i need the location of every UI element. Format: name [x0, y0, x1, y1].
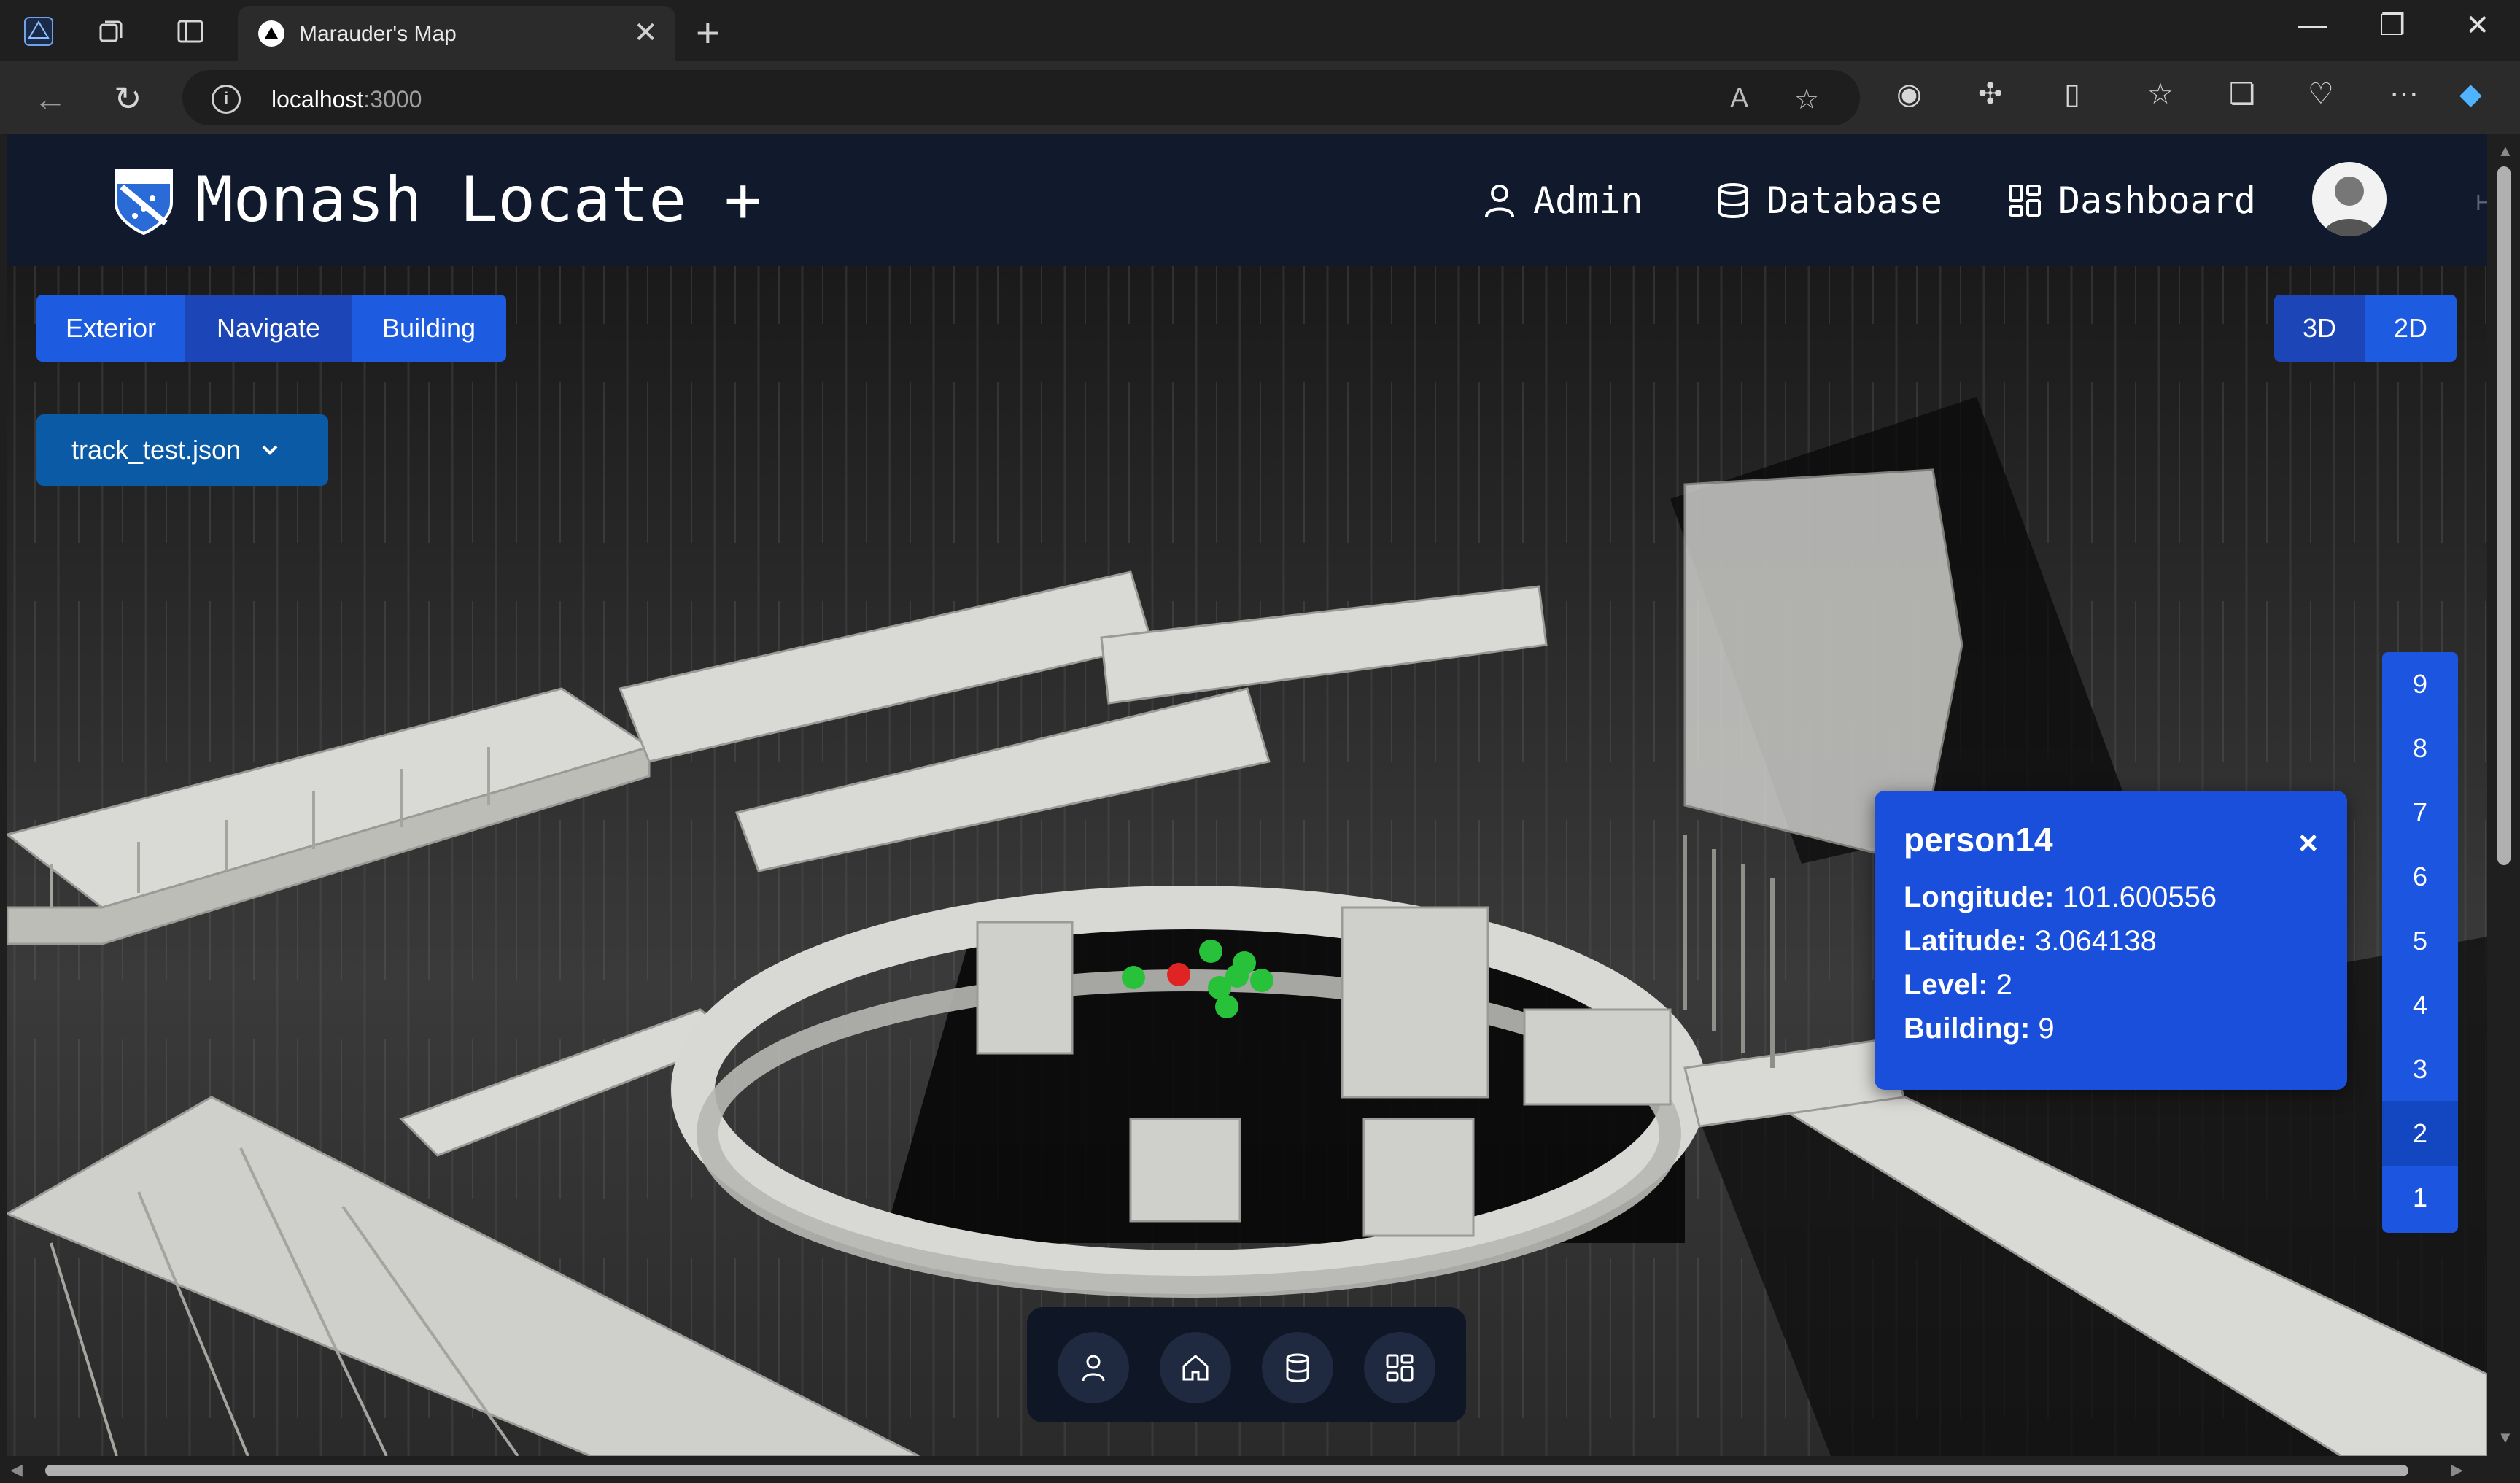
dimension-toggle: 3D 2D [2274, 295, 2457, 362]
person-info-popup: person14 × Longitude: 101.600556 Latitud… [1875, 791, 2347, 1090]
popup-longitude: Longitude: 101.600556 [1904, 881, 2217, 913]
nav-database[interactable]: Database [1714, 179, 1942, 222]
browser-toolbar: ← ↻ i localhost:3000 A ☆ ◉ ✣ ▯ ☆ ❏ ♡ ⋯ ◆ [0, 61, 2520, 134]
popup-building: Building: 9 [1904, 1012, 2055, 1045]
chevron-down-icon [262, 445, 278, 455]
dataset-select[interactable]: track_test.json [36, 414, 328, 486]
monash-shield-logo[interactable] [113, 165, 174, 235]
url-text[interactable]: localhost:3000 [271, 86, 422, 113]
bottom-dashboard-button[interactable] [1364, 1332, 1435, 1403]
level-8-button[interactable]: 8 [2382, 716, 2458, 781]
level-7-button[interactable]: 7 [2382, 781, 2458, 845]
scroll-down-arrow-icon[interactable]: ▼ [2497, 1428, 2513, 1447]
app-brand-title[interactable]: Monash Locate + [195, 163, 762, 236]
dashboard-icon [2009, 185, 2041, 217]
popup-latitude: Latitude: 3.064138 [1904, 925, 2157, 957]
dashboard-icon [1386, 1354, 1414, 1382]
more-menu-icon[interactable]: ⋯ [2389, 77, 2419, 111]
horizontal-scrollbar[interactable]: ◀ ▶ [0, 1456, 2520, 1483]
level-6-button[interactable]: 6 [2382, 845, 2458, 909]
view-mode-toggle: Exterior Navigate Building [36, 295, 506, 362]
app-header: Monash Locate + Admin Database Dashboard… [7, 134, 2487, 266]
nav-admin[interactable]: Admin [1481, 179, 1643, 222]
back-arrow-icon[interactable]: ← [34, 79, 67, 118]
view-2d-button[interactable]: 2D [2365, 295, 2457, 362]
level-5-button[interactable]: 5 [2382, 909, 2458, 973]
user-icon [1485, 185, 1514, 217]
extensions-icon[interactable]: ✣ [1978, 77, 2003, 111]
vertical-scroll-thumb[interactable] [2497, 166, 2511, 865]
tab-close-button[interactable]: ✕ [633, 16, 658, 50]
scroll-left-arrow-icon[interactable]: ◀ [10, 1460, 23, 1479]
mode-exterior-button[interactable]: Exterior [36, 295, 185, 362]
favorite-star-icon[interactable]: ☆ [1794, 83, 1819, 116]
vertical-scrollbar[interactable]: ▲ ▼ [2487, 134, 2520, 1456]
horizontal-scroll-thumb[interactable] [45, 1465, 2408, 1476]
header-cutoff-text: H [2476, 191, 2487, 215]
app-viewport: Monash Locate + Admin Database Dashboard… [7, 134, 2487, 1456]
level-3-button[interactable]: 3 [2382, 1037, 2458, 1101]
browser-tab[interactable]: Marauder's Map ✕ [238, 6, 675, 61]
tab-title: Marauder's Map [299, 22, 457, 46]
restore-button[interactable]: ❐ [2379, 9, 2405, 42]
nav-dashboard[interactable]: Dashboard [2006, 179, 2256, 222]
tab-favicon-icon [258, 20, 284, 47]
user-icon [1082, 1355, 1105, 1382]
collections-icon[interactable]: ❏ [2229, 77, 2255, 111]
bottom-toolbar [1027, 1307, 1466, 1422]
avatar-person-icon [2322, 177, 2376, 236]
address-bar[interactable]: i localhost:3000 A ☆ [182, 70, 1860, 125]
user-avatar[interactable] [2312, 162, 2387, 236]
browser-profile-icon[interactable] [20, 13, 57, 50]
dataset-select-value: track_test.json [71, 435, 241, 465]
mode-navigate-button[interactable]: Navigate [185, 295, 352, 362]
scroll-up-arrow-icon[interactable]: ▲ [2497, 142, 2513, 160]
bottom-database-button[interactable] [1262, 1332, 1333, 1403]
database-icon [1718, 183, 1748, 218]
bottom-user-button[interactable] [1058, 1332, 1129, 1403]
nav-admin-label: Admin [1533, 179, 1643, 222]
level-1-button[interactable]: 1 [2382, 1166, 2458, 1230]
level-4-button[interactable]: 4 [2382, 973, 2458, 1037]
read-aloud-icon[interactable]: A [1730, 83, 1748, 115]
popup-close-button[interactable]: × [2298, 823, 2318, 862]
level-selector: 9 8 7 6 5 4 3 2 1 [2382, 652, 2458, 1233]
favorites-icon[interactable]: ☆ [2147, 77, 2174, 111]
browser-tab-bar: Marauder's Map ✕ + — ❐ ✕ [0, 0, 2520, 61]
reload-icon[interactable]: ↻ [114, 79, 142, 118]
popup-level: Level: 2 [1904, 969, 2012, 1001]
database-icon [1286, 1353, 1309, 1382]
copilot-icon[interactable]: ◆ [2459, 77, 2482, 111]
split-screen-icon[interactable]: ▯ [2064, 77, 2080, 111]
workspaces-icon[interactable] [93, 13, 130, 50]
mode-building-button[interactable]: Building [352, 295, 506, 362]
new-tab-button[interactable]: + [696, 9, 720, 56]
nav-database-label: Database [1767, 179, 1942, 222]
window-close-button[interactable]: ✕ [2465, 9, 2490, 42]
site-info-icon[interactable]: i [212, 85, 241, 114]
view-3d-button[interactable]: 3D [2274, 295, 2365, 362]
bottom-home-button[interactable] [1160, 1332, 1231, 1403]
level-2-button[interactable]: 2 [2382, 1101, 2458, 1166]
extension-avatar-icon[interactable]: ◉ [1896, 77, 1922, 111]
popup-person-name: person14 [1904, 821, 2053, 859]
nav-dashboard-label: Dashboard [2058, 179, 2256, 222]
scroll-right-arrow-icon[interactable]: ▶ [2451, 1460, 2463, 1479]
browser-essentials-icon[interactable]: ♡ [2308, 77, 2334, 111]
vertical-tabs-icon[interactable] [172, 13, 209, 50]
level-9-button[interactable]: 9 [2382, 652, 2458, 716]
home-icon [1182, 1355, 1209, 1381]
minimize-button[interactable]: — [2298, 9, 2327, 42]
